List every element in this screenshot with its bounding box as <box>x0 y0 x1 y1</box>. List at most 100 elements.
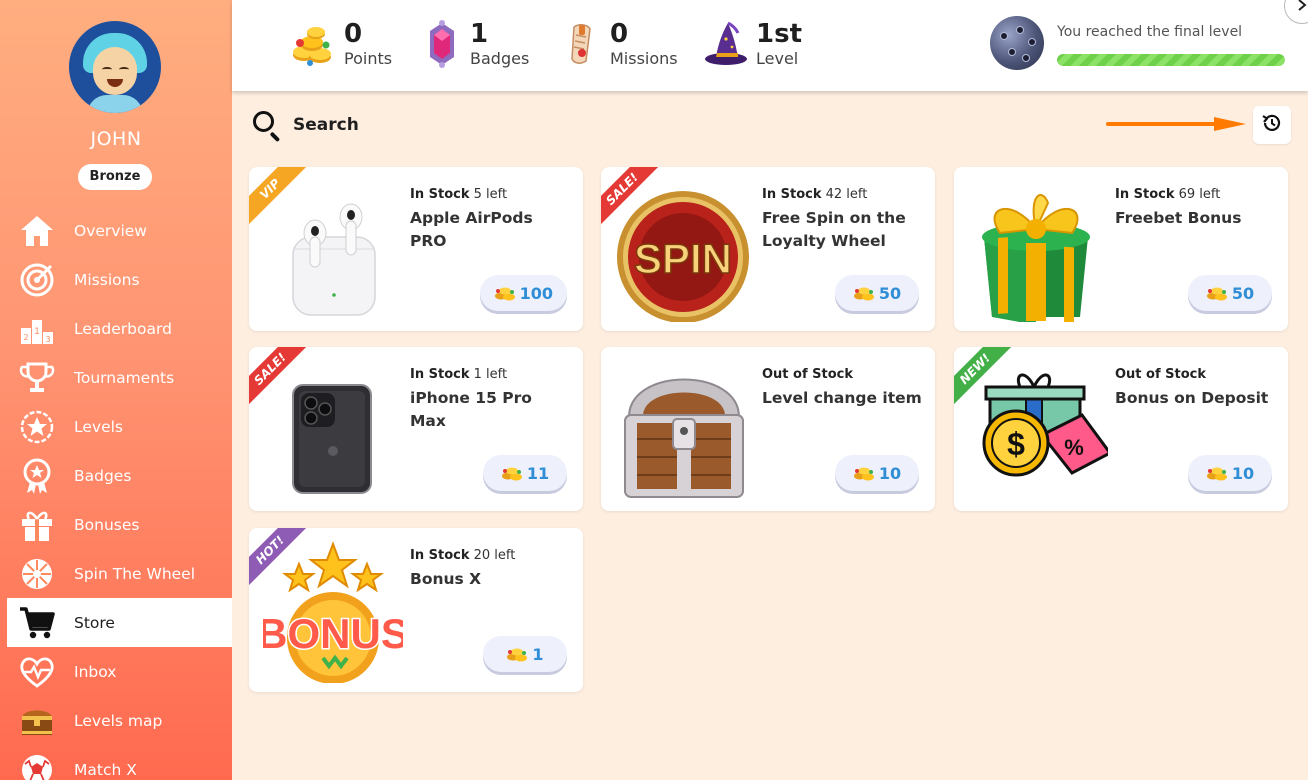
stock-left: 69 left <box>1178 187 1221 202</box>
progress-bar-fill <box>1057 54 1285 66</box>
medal-icon <box>17 456 57 496</box>
price-button[interactable]: 10 <box>1188 455 1272 491</box>
price-value: 11 <box>526 463 550 483</box>
store-item-card[interactable]: % $ NEW! Out of Stock Bonus on Deposit 1… <box>954 347 1288 511</box>
wheel-icon <box>17 554 57 594</box>
stock-status: In Stock <box>1115 187 1175 202</box>
points-value: 0 <box>344 19 363 49</box>
arrow-pointer-icon <box>1106 117 1246 131</box>
price-button[interactable]: 50 <box>835 275 919 311</box>
sidebar: JOHN Bronze Overview Missions 12 3 Leader… <box>0 0 232 780</box>
item-title: iPhone 15 Pro Max <box>410 389 532 430</box>
stats-bar: 0 Points 1 Badges 0 Missions 1st Level Y… <box>232 0 1308 91</box>
missions-stat: 0 Missions <box>562 14 678 74</box>
sidebar-item-spin-the-wheel[interactable]: Spin The Wheel <box>7 549 232 598</box>
sidebar-item-label: Missions <box>74 270 140 289</box>
item-title: Apple AirPods PRO <box>410 209 533 250</box>
store-item-card[interactable]: In Stock 69 left Freebet Bonus 50 <box>954 167 1288 331</box>
svg-text:3: 3 <box>45 335 50 344</box>
price-button[interactable]: 11 <box>483 455 567 491</box>
stock-left: 5 left <box>473 187 508 202</box>
sidebar-item-levels[interactable]: Levels <box>7 402 232 451</box>
stock-status: In Stock <box>410 548 470 563</box>
search-label: Search <box>293 115 359 135</box>
price-button[interactable]: 10 <box>835 455 919 491</box>
wizard-hat-icon <box>702 19 748 69</box>
store-item-card[interactable]: SPIN SALE! In Stock 42 left Free Spin on… <box>601 167 935 331</box>
missions-label: Missions <box>610 49 678 68</box>
sidebar-item-inbox[interactable]: Inbox <box>7 647 232 696</box>
sidebar-item-label: Tournaments <box>74 368 175 387</box>
progress-text: You reached the final level <box>1057 24 1243 40</box>
svg-text:%: % <box>1064 435 1084 460</box>
sidebar-item-label: Match X <box>74 760 137 779</box>
iphone-image <box>263 357 403 502</box>
stock-status: In Stock <box>410 367 470 382</box>
progress-bar <box>1057 54 1285 66</box>
coins-icon <box>506 645 528 663</box>
soccer-ball-icon <box>17 750 57 780</box>
price-value: 100 <box>519 283 553 303</box>
item-title: Bonus on Deposit <box>1115 389 1269 407</box>
sidebar-item-tournaments[interactable]: Tournaments <box>7 353 232 402</box>
sidebar-item-label: Badges <box>74 466 132 485</box>
scroll-icon <box>562 19 602 69</box>
heart-pulse-icon <box>17 652 57 692</box>
stock-status: Out of Stock <box>1115 367 1207 382</box>
sidebar-item-badges[interactable]: Badges <box>7 451 232 500</box>
airpods-image <box>263 177 403 322</box>
chest-image <box>615 357 755 502</box>
sidebar-item-store[interactable]: Store <box>7 598 232 647</box>
sidebar-item-overview[interactable]: Overview <box>7 206 232 255</box>
coins-icon <box>501 464 523 482</box>
price-button[interactable]: 1 <box>483 636 567 672</box>
stock-status: In Stock <box>762 187 822 202</box>
sidebar-item-label: Spin The Wheel <box>74 564 196 583</box>
sidebar-item-label: Overview <box>74 221 147 240</box>
missions-value: 0 <box>610 19 629 49</box>
username: JOHN <box>90 128 142 150</box>
level-stat: 1st Level <box>702 14 802 74</box>
sidebar-item-leaderboard[interactable]: 12 3 Leaderboard <box>7 304 232 353</box>
store-item-card[interactable]: BONUS HOT! In Stock 20 left Bonus X 1 <box>249 528 583 692</box>
sidebar-item-match-x[interactable]: Match X <box>7 745 232 780</box>
svg-text:$: $ <box>1007 426 1025 462</box>
price-value: 50 <box>1231 283 1255 303</box>
coins-icon <box>290 19 336 69</box>
badges-stat: 1 Badges <box>422 14 529 74</box>
price-value: 10 <box>878 463 902 483</box>
coins-icon <box>494 284 516 302</box>
badges-label: Badges <box>470 49 530 68</box>
store-item-card[interactable]: Out of Stock Level change item 10 <box>601 347 935 511</box>
item-title: Level change item <box>762 389 922 407</box>
chest-icon <box>17 701 57 741</box>
avatar[interactable] <box>69 21 161 113</box>
stock-left: 20 left <box>473 548 516 563</box>
price-button[interactable]: 50 <box>1188 275 1272 311</box>
stock-left: 42 left <box>825 187 868 202</box>
spin-image-text: SPIN <box>634 235 732 282</box>
sidebar-item-label: Bonuses <box>74 515 140 534</box>
star-badge-icon <box>17 407 57 447</box>
sidebar-item-levels-map[interactable]: Levels map <box>7 696 232 745</box>
sidebar-item-label: Levels <box>74 417 123 436</box>
gift-box-image <box>968 177 1108 325</box>
coins-icon <box>853 284 875 302</box>
purchase-history-button[interactable] <box>1253 106 1291 144</box>
sidebar-item-bonuses[interactable]: Bonuses <box>7 500 232 549</box>
store-item-card[interactable]: VIP In Stock 5 left Apple AirPods PRO 10… <box>249 167 583 331</box>
spin-image: SPIN <box>615 177 755 323</box>
chevron-right-icon <box>1296 0 1308 15</box>
search-button[interactable]: Search <box>252 110 359 143</box>
stock-status: Out of Stock <box>762 367 854 382</box>
price-button[interactable]: 100 <box>479 275 567 311</box>
sidebar-item-label: Levels map <box>74 711 163 730</box>
gem-badge-icon <box>422 19 462 69</box>
points-stat: 0 Points <box>290 14 392 74</box>
store-item-card[interactable]: SALE! In Stock 1 left iPhone 15 Pro Max … <box>249 347 583 511</box>
podium-icon: 12 3 <box>17 309 57 349</box>
sidebar-item-missions[interactable]: Missions <box>7 255 232 304</box>
coins-icon <box>1206 284 1228 302</box>
stock-status: In Stock <box>410 187 470 202</box>
price-value: 50 <box>878 283 902 303</box>
